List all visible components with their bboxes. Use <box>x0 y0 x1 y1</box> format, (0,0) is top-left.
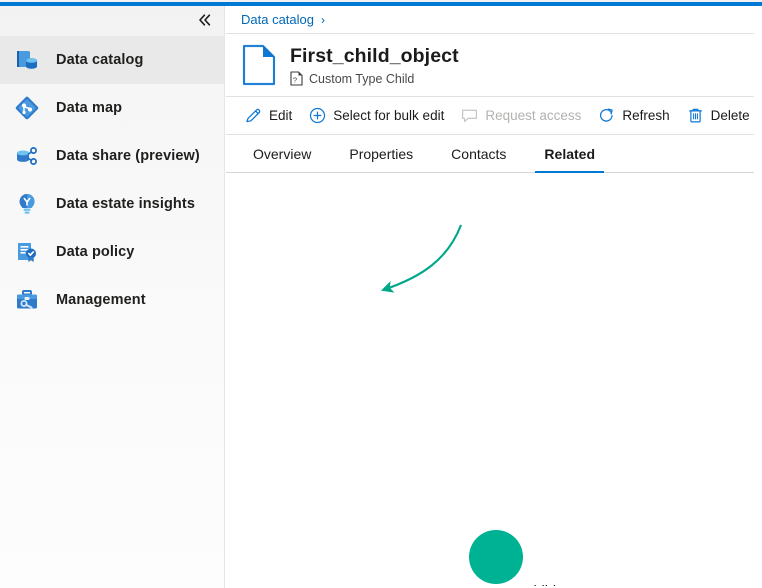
svg-text:?: ? <box>293 75 297 84</box>
data-share-icon <box>12 141 42 171</box>
command-bar: Edit Select for bulk edit Request a <box>226 97 754 135</box>
sidebar-item-label: Data catalog <box>56 52 143 68</box>
breadcrumb-separator: › <box>321 13 325 27</box>
refresh-icon <box>598 107 615 124</box>
content-panel: Data catalog › First_child_object <box>226 6 754 588</box>
sidebar-item-label: Data map <box>56 100 122 116</box>
chevron-double-left-icon[interactable] <box>194 9 216 31</box>
asset-subtype-label: Custom Type Child <box>309 72 414 86</box>
tab-label: Contacts <box>451 146 506 162</box>
breadcrumb-item-data-catalog[interactable]: Data catalog <box>241 12 314 27</box>
delete-button[interactable]: Delete <box>680 99 757 133</box>
sidebar-item-label: Management <box>56 292 146 308</box>
trash-icon <box>687 107 704 124</box>
sidebar-nav: Data catalog Data map <box>0 36 224 324</box>
asset-header-texts: First_child_object ? Custom Type Child <box>290 44 459 86</box>
sidebar-item-label: Data policy <box>56 244 134 260</box>
graph-edges <box>226 173 754 586</box>
sidebar-item-label: Data share (preview) <box>56 148 200 164</box>
graph-node-label: custom_type_child <box>436 584 556 586</box>
command-label: Edit <box>269 108 292 123</box>
data-map-icon <box>12 93 42 123</box>
sidebar-item-label: Data estate insights <box>56 196 195 212</box>
sidebar-item-data-catalog[interactable]: Data catalog <box>0 36 224 84</box>
data-policy-icon <box>12 237 42 267</box>
sidebar-item-data-estate-insights[interactable]: Data estate insights <box>0 180 224 228</box>
tab-label: Overview <box>253 146 311 162</box>
purview-asset-page: Data catalog Data map <box>0 0 762 588</box>
management-icon <box>12 285 42 315</box>
tab-label: Related <box>544 146 595 162</box>
right-margin <box>754 6 762 588</box>
command-label: Request access <box>485 108 581 123</box>
request-access-button: Request access <box>454 99 588 133</box>
select-for-bulk-edit-button[interactable]: Select for bulk edit <box>302 99 451 133</box>
page-title: First_child_object <box>290 44 459 68</box>
graph-node-custom-type-child[interactable]: custom_type_child <box>436 530 556 586</box>
document-node-icon <box>469 530 523 584</box>
comment-icon <box>461 107 478 124</box>
edit-button[interactable]: Edit <box>238 99 299 133</box>
sidebar: Data catalog Data map <box>0 6 225 588</box>
tab-contacts[interactable]: Contacts <box>440 135 517 172</box>
tab-related[interactable]: Related <box>533 135 606 172</box>
circle-plus-icon <box>309 107 326 124</box>
data-catalog-icon <box>12 45 42 75</box>
tab-bar: Overview Properties Contacts Related <box>226 135 754 173</box>
command-label: Delete <box>711 108 750 123</box>
command-label: Refresh <box>622 108 669 123</box>
unknown-type-icon: ? <box>290 71 303 86</box>
asset-subtype-row: ? Custom Type Child <box>290 71 459 86</box>
related-graph-canvas[interactable]: custom_type_child Parent <box>226 173 754 586</box>
asset-header: First_child_object ? Custom Type Child <box>226 34 754 97</box>
sidebar-item-data-share[interactable]: Data share (preview) <box>0 132 224 180</box>
tab-properties[interactable]: Properties <box>338 135 424 172</box>
document-icon <box>238 43 280 87</box>
refresh-button[interactable]: Refresh <box>591 99 676 133</box>
command-label: Select for bulk edit <box>333 108 444 123</box>
pencil-icon <box>245 107 262 124</box>
sidebar-item-data-policy[interactable]: Data policy <box>0 228 224 276</box>
tab-overview[interactable]: Overview <box>242 135 322 172</box>
sidebar-collapse-row <box>0 6 224 34</box>
graph-edge-child-to-parent <box>383 225 461 290</box>
breadcrumb: Data catalog › <box>226 6 754 34</box>
data-estate-insights-icon <box>12 189 42 219</box>
sidebar-item-data-map[interactable]: Data map <box>0 84 224 132</box>
sidebar-item-management[interactable]: Management <box>0 276 224 324</box>
tab-label: Properties <box>349 146 413 162</box>
